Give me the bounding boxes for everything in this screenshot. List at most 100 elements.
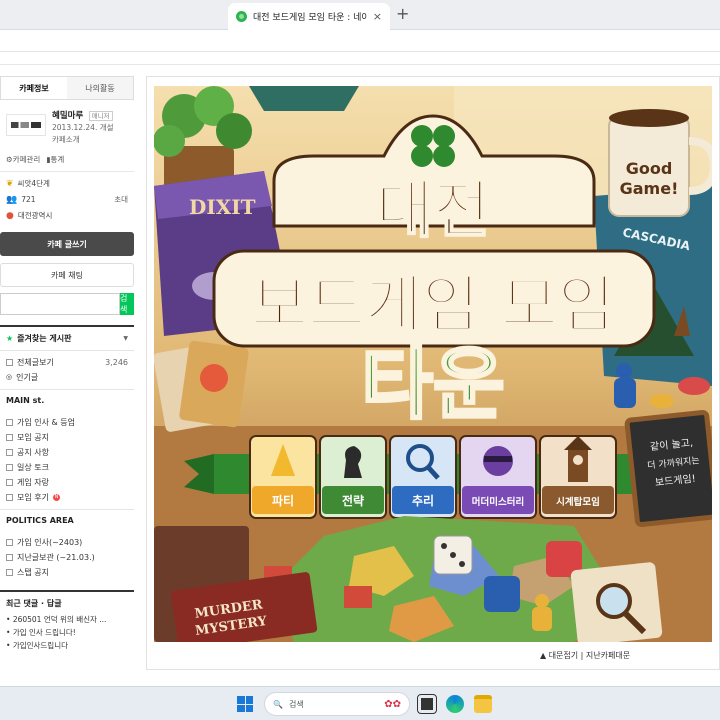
new-badge: N xyxy=(52,494,60,501)
tab-my-activity[interactable]: 나의활동 xyxy=(67,77,133,99)
menu-item[interactable]: 공지 사항 xyxy=(6,445,128,460)
menu-item[interactable]: 모임 후기 N xyxy=(6,490,128,505)
menu-item[interactable]: 일상 토크 xyxy=(6,460,128,475)
stats-label: 통계 xyxy=(50,155,65,164)
cafe-write-button[interactable]: 카페 글쓰기 xyxy=(0,232,134,256)
politics-menu-list: 가입 인사(~2403) 지난글보관 (~21.03.) 스탭 공지 xyxy=(0,531,134,584)
banner-title-line1: 대전 xyxy=(376,173,490,246)
close-icon[interactable]: × xyxy=(373,10,382,23)
cafe-search-input[interactable] xyxy=(0,293,120,315)
section-politics-title: POLITICS AREA xyxy=(0,509,134,531)
category-label: 전략 xyxy=(342,493,364,508)
menu-item-label: 공지 사항 xyxy=(17,448,49,457)
menu-item-label: 게임 자랑 xyxy=(17,478,49,487)
banner-footer-links[interactable]: ▲ 대문접기 | 지난카페대문 xyxy=(540,650,630,661)
browser-toolbar xyxy=(0,30,720,52)
browser-tab[interactable]: 대전 보드게임 모임 타운 : 네이버 × xyxy=(228,3,390,30)
menu-item[interactable]: 가입 인사(~2403) xyxy=(6,535,128,550)
menu-item[interactable]: 지난글보관 (~21.03.) xyxy=(6,550,128,565)
naver-cafe-favicon-icon xyxy=(236,11,247,22)
board-icon xyxy=(6,359,13,366)
recent-comment-text: 가입인사드립니다 xyxy=(12,641,69,650)
cafe-sidebar: 카페정보 나의활동 혜밀마루 매니저 2013.12.24. 개설 카페소개 ⚙… xyxy=(0,76,134,686)
board-icon xyxy=(6,479,13,486)
menu-item-label: 가입 인사 & 등업 xyxy=(17,418,76,427)
flower-icon: ✿✿ xyxy=(384,698,401,710)
star-icon: ★ xyxy=(6,334,14,343)
cafe-since: 2013.12.24. 개설 xyxy=(52,123,114,132)
members-icon: 👥 xyxy=(6,195,18,205)
menu-item[interactable]: 스탭 공지 xyxy=(6,565,128,580)
board-icon xyxy=(6,434,13,441)
manager-name[interactable]: 혜밀마루 xyxy=(52,111,83,121)
tab-cafe-info[interactable]: 카페정보 xyxy=(1,77,67,99)
taskbar-search[interactable]: 🔍 검색 ✿✿ xyxy=(264,692,410,716)
menu-item-all-posts[interactable]: 전체글보기 3,246 xyxy=(6,355,128,370)
location-pin-icon: ● xyxy=(6,211,14,221)
new-tab-icon[interactable]: + xyxy=(396,4,409,23)
region-row: ● 대전광역시 xyxy=(6,208,128,224)
menu-item[interactable]: 가입 인사 & 등업 xyxy=(6,415,128,430)
chevron-down-icon[interactable]: ▼ xyxy=(123,335,128,342)
board-icon xyxy=(6,419,13,426)
cafe-stats: ❦ 씨앗4단계 👥 721 초대 ● 대전광역시 xyxy=(0,172,134,228)
board-icon xyxy=(6,449,13,456)
stats-link[interactable]: ▮통계 xyxy=(46,154,64,165)
category-strategy: 전략 xyxy=(319,435,387,519)
tab-title: 대전 보드게임 모임 타운 : 네이버 xyxy=(253,13,367,23)
cafe-manage-label: 카페관리 xyxy=(12,155,41,164)
manager-badge: 매니저 xyxy=(88,111,113,121)
popular-icon: ◎ xyxy=(6,373,13,381)
sidebar-tabs: 카페정보 나의활동 xyxy=(0,76,134,100)
post-count: 3,246 xyxy=(105,358,128,367)
menu-item-label: 지난글보관 (~21.03.) xyxy=(17,553,95,562)
task-view-icon[interactable] xyxy=(417,694,437,714)
recent-comment-item[interactable]: • 260501 언덕 위의 배신자 ... xyxy=(6,613,128,626)
category-label: 추리 xyxy=(412,493,434,508)
chalkboard-sign: 같이 놀고, 더 가까워지는 보드게임! xyxy=(624,409,712,527)
profile-info: 혜밀마루 매니저 2013.12.24. 개설 카페소개 xyxy=(52,110,114,146)
cafe-intro-link[interactable]: 카페소개 xyxy=(52,134,114,146)
recent-comment-item[interactable]: • 가입 인사 드립니다! xyxy=(6,626,128,639)
edge-browser-icon[interactable] xyxy=(446,695,464,713)
recent-comments-title: 최근 댓글 · 답글 xyxy=(6,599,62,608)
category-label: 파티 xyxy=(272,493,294,508)
browser-tab-bar: 대전 보드게임 모임 타운 : 네이버 × + xyxy=(0,0,720,30)
category-deduction: 추리 xyxy=(389,435,457,519)
search-icon: 🔍 xyxy=(273,699,283,709)
menu-item[interactable]: 게임 자랑 xyxy=(6,475,128,490)
menu-item-label: 가입 인사(~2403) xyxy=(17,538,83,547)
svg-text:Game!: Game! xyxy=(620,179,679,198)
banner-illustration: DIXIT CASCADIA Good Game! 대전 보드게임 모임 타운 … xyxy=(154,86,712,642)
category-label: 머더미스터리 xyxy=(472,496,524,508)
cafe-logo[interactable] xyxy=(6,114,46,136)
invite-link[interactable]: 초대 xyxy=(114,192,128,208)
category-party: 파티 xyxy=(249,435,317,519)
favorite-boards-header[interactable]: ★ 즐겨찾는 게시판 ▼ xyxy=(0,325,134,351)
board-icon xyxy=(6,494,13,501)
recent-comment-text: 가입 인사 드립니다! xyxy=(12,628,76,637)
menu-item-popular[interactable]: ◎ 인기글 xyxy=(6,370,128,385)
cafe-search: 검색 xyxy=(0,293,134,315)
member-count[interactable]: 721 xyxy=(21,192,35,208)
favorite-boards-title: 즐겨찾는 게시판 xyxy=(17,334,72,343)
windows-start-icon[interactable] xyxy=(237,696,253,712)
svg-text:Good: Good xyxy=(626,159,673,178)
page-divider xyxy=(0,64,720,65)
cafe-manage-link[interactable]: ⚙카페관리 xyxy=(6,154,40,165)
svg-text:DIXIT: DIXIT xyxy=(189,195,256,219)
sprout-icon: ❦ xyxy=(6,179,14,189)
menu-item-label: 인기글 xyxy=(16,373,39,382)
main-menu-list: 가입 인사 & 등업 모임 공지 공지 사항 일상 토크 게임 자랑 모임 후기… xyxy=(0,411,134,509)
board-icon xyxy=(6,464,13,471)
menu-item[interactable]: 모임 공지 xyxy=(6,430,128,445)
cafe-profile: 혜밀마루 매니저 2013.12.24. 개설 카페소개 xyxy=(0,100,134,152)
banner-title-line3: 타운 xyxy=(361,340,505,430)
recent-comment-item[interactable]: • 가입인사드립니다 xyxy=(6,639,128,652)
cafe-chat-button[interactable]: 카페 채팅 xyxy=(0,263,134,287)
banner-title-line2: 보드게임 모임 xyxy=(251,268,615,341)
file-explorer-icon[interactable] xyxy=(474,695,492,713)
search-button[interactable]: 검색 xyxy=(120,293,134,315)
taskbar-search-label: 검색 xyxy=(288,699,304,709)
magnifier-cards xyxy=(570,562,663,642)
